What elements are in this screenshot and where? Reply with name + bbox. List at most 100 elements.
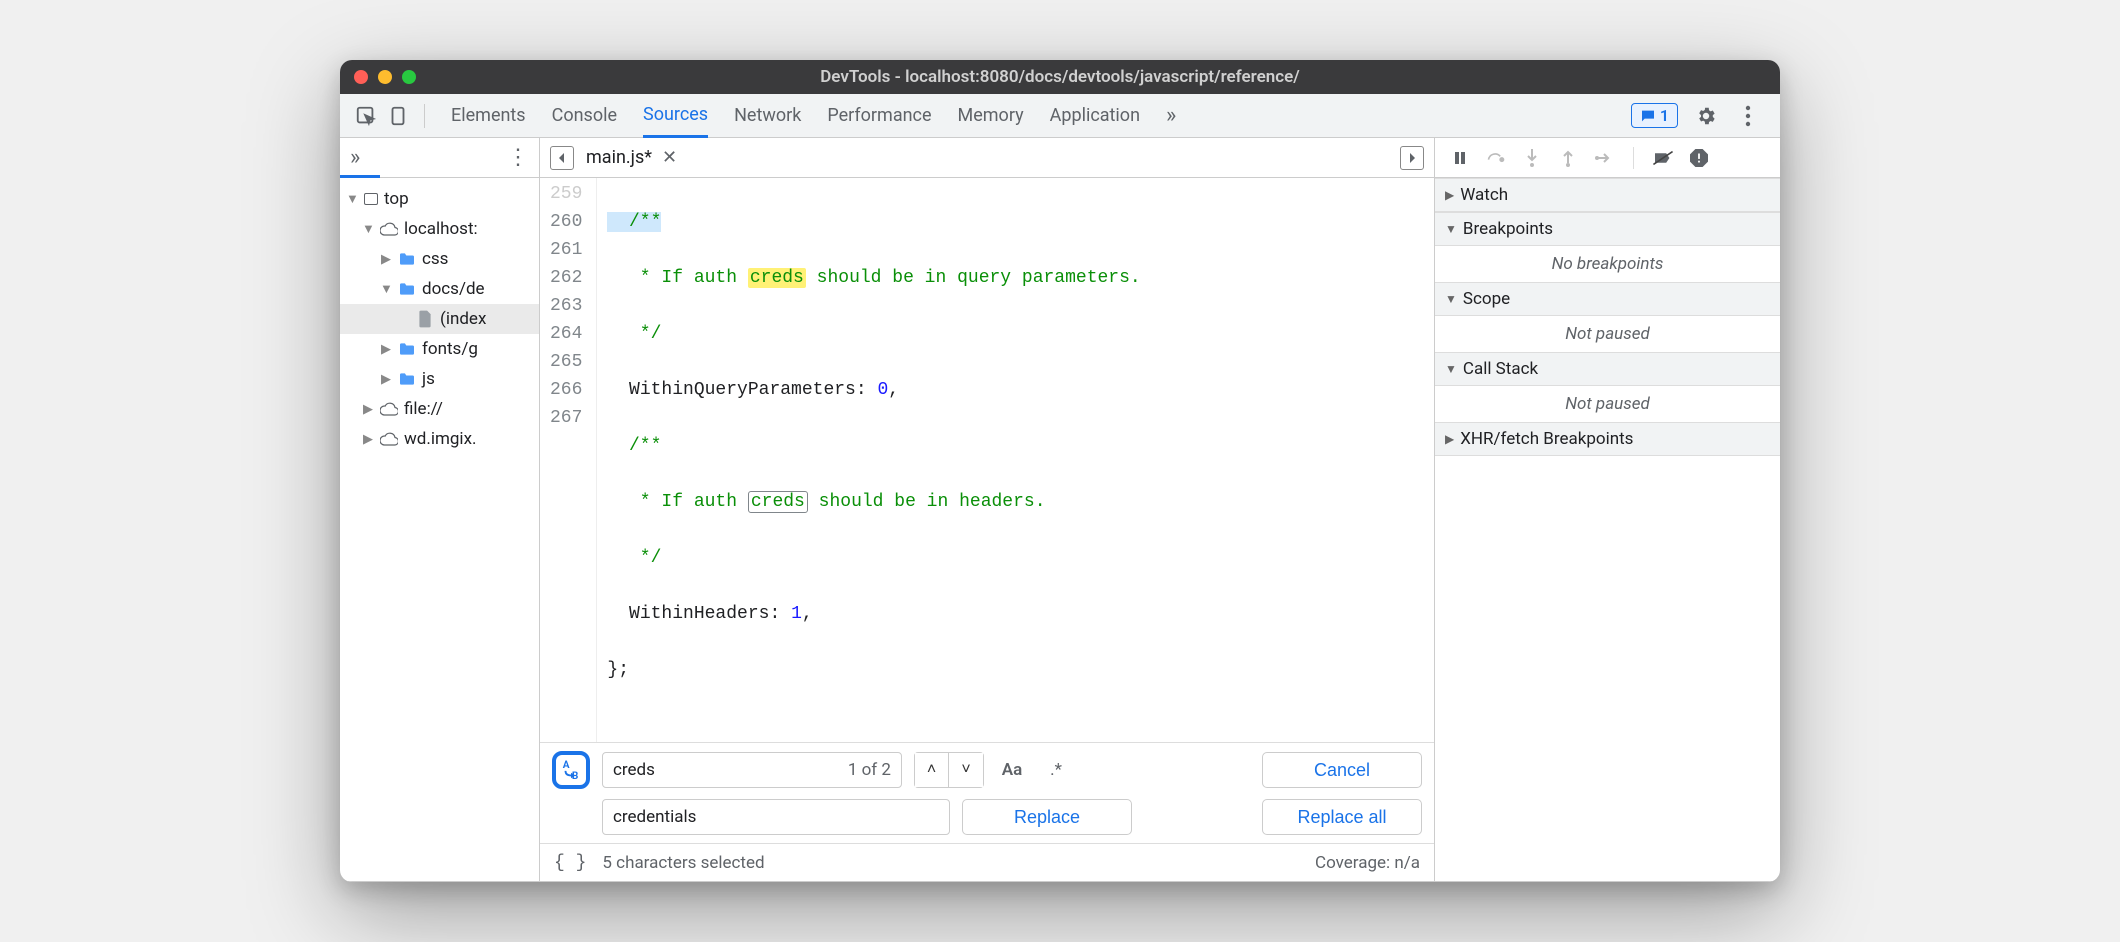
- svg-text:B: B: [572, 771, 578, 781]
- traffic-lights: [354, 70, 416, 84]
- tree-origin-file[interactable]: ▶ file://: [340, 394, 539, 424]
- find-query-text: creds: [613, 760, 655, 780]
- editor-nav-prev-icon[interactable]: [550, 146, 574, 170]
- debugger-pane: ▶Watch ▼Breakpoints No breakpoints ▼Scop…: [1435, 138, 1780, 881]
- cloud-icon: [380, 430, 398, 448]
- toolbar-right: 1: [1631, 102, 1768, 130]
- devtools-window: DevTools - localhost:8080/docs/devtools/…: [340, 60, 1780, 882]
- tab-application[interactable]: Application: [1050, 94, 1140, 138]
- step-over-icon[interactable]: [1485, 147, 1507, 169]
- cloud-icon: [380, 220, 398, 238]
- step-into-icon[interactable]: [1521, 147, 1543, 169]
- tree-origin-imgix[interactable]: ▶ wd.imgix.: [340, 424, 539, 454]
- scope-body: Not paused: [1435, 316, 1780, 352]
- navigator-header: » ⋮: [340, 138, 539, 178]
- folder-icon: [398, 250, 416, 268]
- find-replace-bar: AB creds 1 of 2 ˄ ˅ Aa .* Cancel: [540, 742, 1434, 843]
- tab-memory[interactable]: Memory: [958, 94, 1024, 138]
- section-callstack[interactable]: ▼Call Stack: [1435, 352, 1780, 386]
- find-next-button[interactable]: ˅: [949, 753, 983, 787]
- section-breakpoints[interactable]: ▼Breakpoints: [1435, 212, 1780, 246]
- section-watch[interactable]: ▶Watch: [1435, 178, 1780, 212]
- search-match-highlight: creds: [748, 268, 806, 288]
- step-out-icon[interactable]: [1557, 147, 1579, 169]
- tab-console[interactable]: Console: [552, 94, 617, 138]
- cloud-icon: [380, 400, 398, 418]
- tree-origin-localhost[interactable]: ▼ localhost:: [340, 214, 539, 244]
- replace-value-text: credentials: [613, 807, 696, 827]
- editor-tab-main[interactable]: main.js* ✕: [586, 147, 677, 168]
- tree-folder-css[interactable]: ▶ css: [340, 244, 539, 274]
- deactivate-breakpoints-icon[interactable]: [1652, 147, 1674, 169]
- replace-input[interactable]: credentials: [602, 799, 950, 835]
- tree-top-frame[interactable]: ▼ top: [340, 184, 539, 214]
- editor-pane: main.js* ✕ 259260261262263264265266267 /…: [540, 138, 1435, 881]
- tree-label: css: [422, 249, 448, 269]
- line-gutter: 259260261262263264265266267: [540, 178, 597, 742]
- tree-label: top: [384, 189, 409, 209]
- kebab-menu-icon[interactable]: [1734, 102, 1762, 130]
- device-toggle-icon[interactable]: [384, 102, 412, 130]
- replace-all-button[interactable]: Replace all: [1262, 799, 1422, 835]
- divider: [1633, 147, 1634, 169]
- replace-button[interactable]: Replace: [962, 799, 1132, 835]
- settings-icon[interactable]: [1692, 102, 1720, 130]
- tree-label: wd.imgix.: [404, 429, 476, 449]
- tab-elements[interactable]: Elements: [451, 94, 526, 138]
- editor-nav-next-icon[interactable]: [1400, 146, 1424, 170]
- breakpoints-body: No breakpoints: [1435, 246, 1780, 282]
- section-scope[interactable]: ▼Scope: [1435, 282, 1780, 316]
- tree-folder-fonts[interactable]: ▶ fonts/g: [340, 334, 539, 364]
- search-match-current: creds: [748, 491, 808, 513]
- code-editor[interactable]: 259260261262263264265266267 /** * If aut…: [540, 178, 1434, 742]
- editor-tab-label: main.js*: [586, 147, 652, 168]
- code-content[interactable]: /** * If auth creds should be in query p…: [597, 178, 1150, 742]
- callstack-body: Not paused: [1435, 386, 1780, 422]
- more-tabs-icon[interactable]: »: [1166, 103, 1176, 128]
- main-toolbar: Elements Console Sources Network Perform…: [340, 94, 1780, 138]
- navigator-menu-icon[interactable]: ⋮: [507, 145, 529, 170]
- errors-badge[interactable]: 1: [1631, 103, 1678, 128]
- file-tree: ▼ top ▼ localhost: ▶ css ▼ docs/: [340, 178, 539, 460]
- frame-icon: [364, 193, 378, 205]
- window-title: DevTools - localhost:8080/docs/devtools/…: [340, 67, 1780, 87]
- selection-status: 5 characters selected: [602, 853, 764, 873]
- pause-icon[interactable]: [1449, 147, 1471, 169]
- close-window-button[interactable]: [354, 70, 368, 84]
- find-nav: ˄ ˅: [914, 752, 984, 788]
- svg-text:A: A: [563, 760, 570, 771]
- tree-label: js: [422, 369, 435, 389]
- minimize-window-button[interactable]: [378, 70, 392, 84]
- divider: [424, 104, 425, 128]
- main-area: » ⋮ ▼ top ▼ localhost: ▶ css: [340, 138, 1780, 882]
- regex-toggle[interactable]: .*: [1040, 760, 1072, 780]
- navigator-expand-icon[interactable]: »: [350, 145, 360, 170]
- folder-icon: [398, 340, 416, 358]
- editor-statusbar: { } 5 characters selected Coverage: n/a: [540, 843, 1434, 881]
- tree-label: docs/de: [422, 279, 485, 299]
- step-icon[interactable]: [1593, 147, 1615, 169]
- tree-file-index[interactable]: (index: [340, 304, 539, 334]
- tab-sources[interactable]: Sources: [643, 94, 708, 138]
- toggle-replace-icon[interactable]: AB: [552, 751, 590, 789]
- editor-tabbar: main.js* ✕: [540, 138, 1434, 178]
- cancel-button[interactable]: Cancel: [1262, 752, 1422, 788]
- match-case-toggle[interactable]: Aa: [996, 760, 1028, 780]
- tree-folder-docs[interactable]: ▼ docs/de: [340, 274, 539, 304]
- find-input[interactable]: creds 1 of 2: [602, 752, 902, 788]
- find-prev-button[interactable]: ˄: [915, 753, 949, 787]
- tree-label: (index: [440, 309, 486, 329]
- tree-folder-js[interactable]: ▶ js: [340, 364, 539, 394]
- tab-network[interactable]: Network: [734, 94, 801, 138]
- errors-count: 1: [1660, 106, 1669, 125]
- maximize-window-button[interactable]: [402, 70, 416, 84]
- pretty-print-icon[interactable]: { }: [554, 853, 586, 873]
- inspect-element-icon[interactable]: [352, 102, 380, 130]
- close-tab-icon[interactable]: ✕: [662, 147, 677, 168]
- pause-on-exceptions-icon[interactable]: [1688, 147, 1710, 169]
- navigator-pane: » ⋮ ▼ top ▼ localhost: ▶ css: [340, 138, 540, 881]
- coverage-status: Coverage: n/a: [1315, 853, 1420, 873]
- panel-tabs: Elements Console Sources Network Perform…: [451, 94, 1627, 138]
- tab-performance[interactable]: Performance: [827, 94, 931, 138]
- section-xhr[interactable]: ▶XHR/fetch Breakpoints: [1435, 422, 1780, 456]
